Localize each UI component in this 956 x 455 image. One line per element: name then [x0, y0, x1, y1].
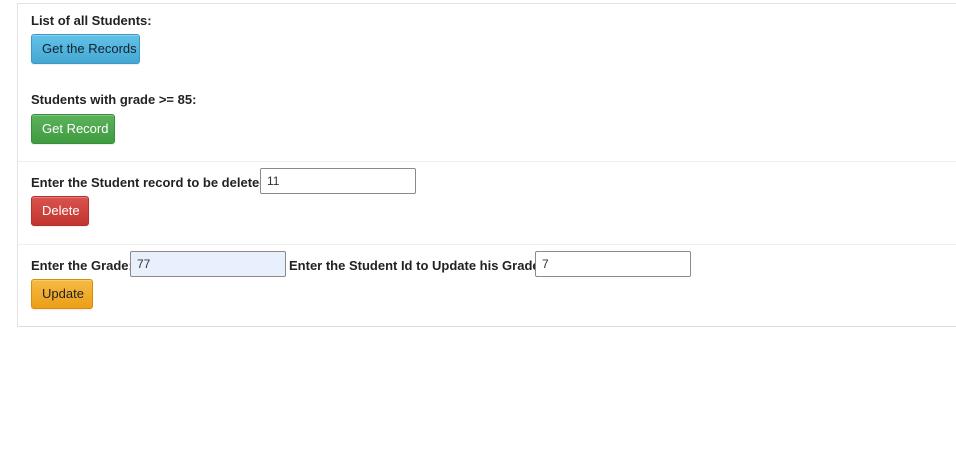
- update-button[interactable]: Update: [31, 279, 93, 309]
- list-heading: List of all Students:: [31, 13, 152, 28]
- grade-input[interactable]: [130, 251, 286, 277]
- records-panel: List of all Students: Get the Records St…: [17, 3, 956, 327]
- divider: [18, 244, 956, 245]
- delete-id-input[interactable]: [260, 168, 416, 194]
- delete-label: Enter the Student record to be deleted: [31, 175, 268, 190]
- student-id-label: Enter the Student Id to Update his Grade…: [289, 258, 544, 273]
- grade-label: Enter the Grade:: [31, 258, 133, 273]
- student-id-input[interactable]: [535, 251, 691, 277]
- get-records-button[interactable]: Get the Records: [31, 34, 140, 64]
- delete-button[interactable]: Delete: [31, 196, 89, 226]
- grade-heading: Students with grade >= 85:: [31, 92, 197, 107]
- divider: [18, 161, 956, 162]
- get-record-button[interactable]: Get Record: [31, 114, 115, 144]
